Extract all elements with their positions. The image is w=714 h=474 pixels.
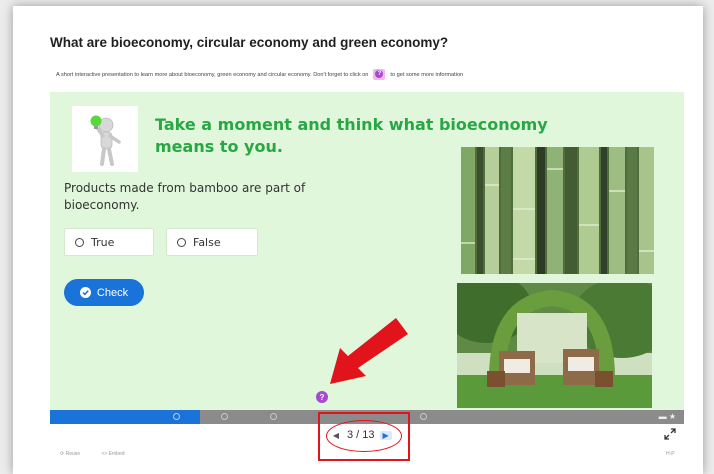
subtitle-text-end: to get some more information bbox=[390, 72, 464, 78]
progress-dot[interactable] bbox=[173, 413, 180, 420]
page-subtitle: A short interactive presentation to lear… bbox=[56, 68, 464, 81]
thinking-figure-icon bbox=[72, 106, 138, 172]
slide-pager: ◀ 3 / 13 ▶ bbox=[330, 427, 392, 443]
checkmark-icon bbox=[79, 287, 91, 298]
page-title: What are bioeconomy, circular economy an… bbox=[50, 35, 449, 50]
next-slide-button[interactable]: ▶ bbox=[379, 430, 392, 440]
progress-star-icon: ▬ ★ bbox=[658, 412, 676, 421]
option-label: True bbox=[91, 235, 115, 249]
bamboo-photo bbox=[461, 147, 654, 274]
radio-icon bbox=[75, 237, 84, 247]
h5p-label: H-P bbox=[666, 451, 675, 457]
info-icon[interactable]: ? bbox=[373, 68, 386, 80]
embed-link[interactable]: <> Embed bbox=[101, 451, 124, 457]
previous-slide-button[interactable]: ◀ bbox=[330, 431, 342, 440]
progress-dot[interactable] bbox=[221, 413, 228, 420]
progress-dot[interactable] bbox=[420, 413, 427, 420]
option-true[interactable]: True bbox=[64, 228, 154, 256]
check-label: Check bbox=[96, 286, 129, 299]
radio-icon bbox=[177, 237, 186, 247]
annotation-arrow-icon bbox=[330, 318, 408, 384]
page-indicator: 3 / 13 bbox=[347, 429, 375, 441]
option-false[interactable]: False bbox=[166, 228, 258, 256]
subtitle-text: A short interactive presentation to lear… bbox=[56, 72, 369, 78]
reuse-link[interactable]: ⟳ Reuse bbox=[60, 451, 90, 457]
footer-actions: ⟳ Reuse <> Embed bbox=[60, 451, 135, 457]
fullscreen-icon[interactable] bbox=[664, 428, 676, 440]
progress-dot[interactable] bbox=[270, 413, 277, 420]
check-button[interactable]: Check bbox=[64, 279, 144, 306]
garden-chairs-photo bbox=[457, 283, 652, 408]
option-label: False bbox=[193, 235, 221, 249]
info-icon[interactable]: ? bbox=[316, 391, 328, 403]
question-text: Products made from bamboo are part of bi… bbox=[64, 181, 306, 212]
